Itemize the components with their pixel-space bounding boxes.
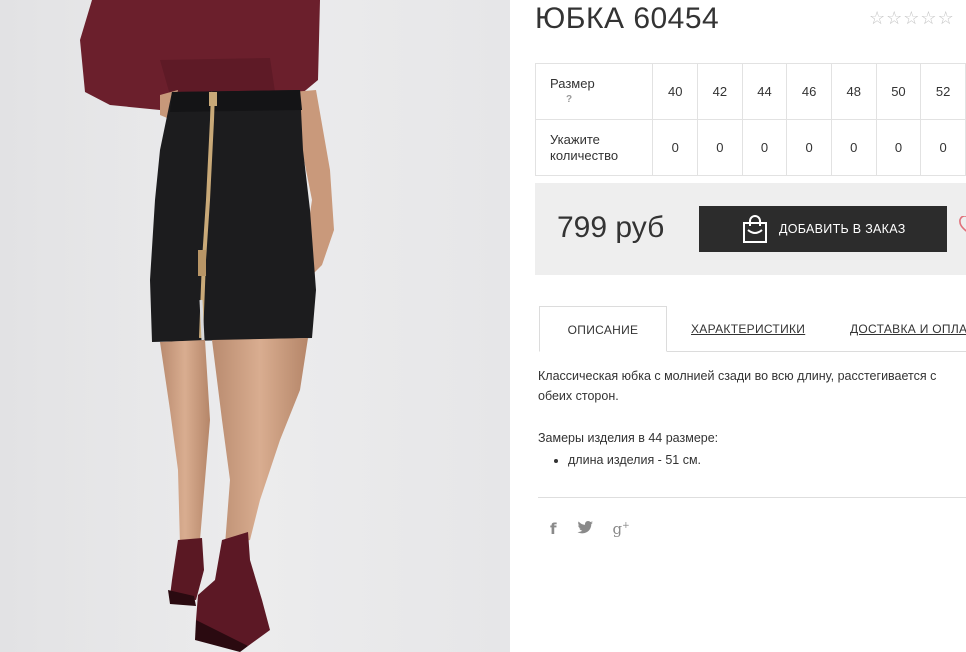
quantity-input-46[interactable]: 0 — [786, 119, 832, 176]
quantity-input-40[interactable]: 0 — [652, 119, 699, 176]
twitter-icon[interactable] — [577, 521, 593, 537]
tab-description[interactable]: ОПИСАНИЕ — [539, 306, 667, 352]
social-share: f g+ — [550, 521, 630, 537]
product-description: Классическая юбка с молнией сзади во всю… — [538, 366, 966, 470]
size-quantity-table: Размер ? 40 42 44 46 48 50 52 Укажите ко… — [534, 63, 966, 176]
quantity-input-52[interactable]: 0 — [920, 119, 966, 176]
quantity-label-cell: Укажите количество — [534, 119, 654, 176]
size-48: 48 — [830, 63, 877, 120]
size-44: 44 — [741, 63, 788, 120]
measure-title: Замеры изделия в 44 размере: — [538, 431, 719, 445]
star-icon[interactable]: ☆ — [938, 9, 954, 27]
facebook-icon[interactable]: f — [550, 521, 557, 537]
quantity-input-50[interactable]: 0 — [875, 119, 922, 176]
heart-icon[interactable] — [958, 216, 966, 236]
description-text: Классическая юбка с молнией сзади во всю… — [538, 369, 937, 403]
size-50: 50 — [875, 63, 922, 120]
star-icon[interactable]: ☆ — [920, 9, 936, 27]
shopping-bag-icon — [741, 214, 769, 244]
star-icon[interactable]: ☆ — [869, 9, 885, 27]
quantity-label-line1: Укажите — [550, 131, 600, 147]
price: 799 руб — [557, 211, 665, 244]
size-help-icon[interactable]: ? — [550, 92, 652, 108]
google-plus-icon[interactable]: g+ — [613, 521, 630, 537]
size-42: 42 — [697, 63, 743, 120]
size-46: 46 — [786, 63, 832, 120]
quantity-label-line2: количество — [550, 147, 619, 163]
quantity-input-44[interactable]: 0 — [741, 119, 788, 176]
product-title: ЮБКА 60454 — [535, 2, 720, 35]
quantity-row: Укажите количество 0 0 0 0 0 0 0 — [534, 119, 966, 176]
size-40: 40 — [652, 63, 699, 120]
buy-box: 799 руб ДОБАВИТЬ В ЗАКАЗ — [535, 183, 966, 275]
product-tabs: ОПИСАНИЕ ХАРАКТЕРИСТИКИ ДОСТАВКА И ОПЛАТ… — [539, 306, 966, 352]
rating-stars[interactable]: ☆ ☆ ☆ ☆ ☆ — [869, 9, 954, 27]
add-to-order-label: ДОБАВИТЬ В ЗАКАЗ — [779, 222, 906, 236]
product-photo[interactable] — [0, 0, 510, 652]
measure-item: длина изделия - 51 см. — [568, 450, 966, 470]
quantity-input-42[interactable]: 0 — [697, 119, 743, 176]
size-label-cell: Размер ? — [534, 63, 654, 120]
size-label: Размер — [550, 75, 595, 91]
quantity-input-48[interactable]: 0 — [830, 119, 877, 176]
star-icon[interactable]: ☆ — [903, 9, 919, 27]
size-52: 52 — [920, 63, 966, 120]
size-row: Размер ? 40 42 44 46 48 50 52 — [534, 63, 966, 120]
add-to-order-button[interactable]: ДОБАВИТЬ В ЗАКАЗ — [699, 206, 947, 252]
tab-delivery[interactable]: ДОСТАВКА И ОПЛАТА — [850, 306, 966, 351]
measure-list: длина изделия - 51 см. — [538, 450, 966, 470]
divider — [538, 497, 966, 498]
tab-characteristics[interactable]: ХАРАКТЕРИСТИКИ — [691, 306, 805, 351]
star-icon[interactable]: ☆ — [886, 9, 902, 27]
product-photo-image — [0, 0, 510, 652]
